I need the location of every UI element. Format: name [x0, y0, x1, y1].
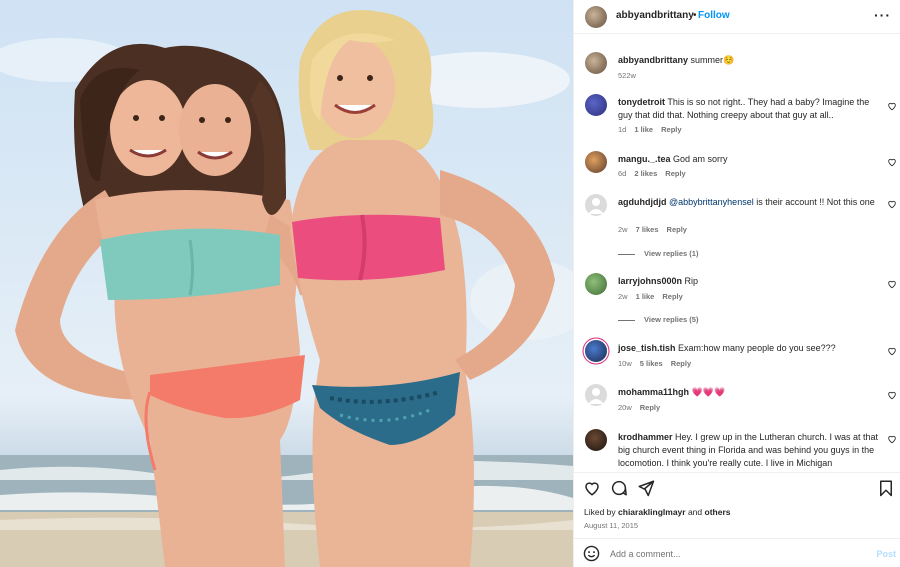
- comment-text: jose_tish.tish Exam:how many people do y…: [618, 342, 880, 355]
- comment-username[interactable]: mangu._.tea: [618, 154, 671, 164]
- comment-likes[interactable]: 7 likes: [636, 225, 659, 234]
- heart-icon[interactable]: [887, 199, 897, 209]
- heart-icon[interactable]: [887, 390, 897, 400]
- comment-username[interactable]: mohamma11hgh: [618, 387, 689, 397]
- comment-likes[interactable]: 1 like: [634, 125, 653, 134]
- comment-text: mohamma11hgh 💗💗💗: [618, 386, 880, 399]
- comment-age: 1d: [618, 125, 627, 134]
- comment-body: 💗💗💗: [691, 387, 726, 397]
- caption-text: abbyandbrittany summer☺️: [618, 54, 880, 67]
- liked-by-suffix: and: [685, 507, 705, 517]
- view-replies-label[interactable]: View replies (1): [644, 249, 698, 258]
- reply-button[interactable]: Reply: [640, 403, 660, 412]
- replies-divider: [618, 253, 635, 255]
- comment-body: is their account !! Not this one: [753, 197, 875, 207]
- comment-meta: 6d 2 likes Reply: [618, 169, 694, 178]
- comment-username[interactable]: jose_tish.tish: [618, 343, 676, 353]
- caption-username[interactable]: abbyandbrittany: [618, 55, 688, 65]
- post-side-panel: abbyandbrittany • Follow ··· abbyandbrit…: [573, 0, 900, 567]
- view-replies-label[interactable]: View replies (5): [644, 315, 698, 324]
- post-button[interactable]: Post: [876, 549, 896, 559]
- view-replies-button[interactable]: View replies (1): [618, 249, 698, 258]
- comment-text: mangu._.tea God am sorry: [618, 153, 880, 166]
- heart-icon[interactable]: [887, 279, 897, 289]
- commenter-avatar-story[interactable]: [585, 340, 607, 362]
- reply-button[interactable]: Reply: [665, 169, 685, 178]
- comment-username[interactable]: krodhammer: [618, 432, 673, 442]
- comment-username[interactable]: tonydetroit: [618, 97, 665, 107]
- commenter-avatar[interactable]: [585, 151, 607, 173]
- reply-button[interactable]: Reply: [662, 292, 682, 301]
- bookmark-icon[interactable]: [877, 479, 895, 497]
- comment-age: 10w: [618, 359, 632, 368]
- commenter-avatar[interactable]: [585, 94, 607, 116]
- comment-body: Exam:how many people do you see???: [678, 343, 836, 353]
- post-date: August 11, 2015: [584, 521, 639, 530]
- liked-by-others[interactable]: others: [705, 507, 731, 517]
- comment-body: Rip: [684, 276, 699, 286]
- default-avatar-icon[interactable]: [585, 194, 607, 216]
- comment-input[interactable]: [610, 546, 840, 562]
- comment-age: 2w: [618, 292, 628, 301]
- comment-username[interactable]: larryjohns000n: [618, 276, 682, 286]
- more-horizontal-icon[interactable]: ···: [874, 7, 891, 23]
- comment-mention[interactable]: @abbybrittanyhensel: [669, 197, 754, 207]
- reply-button[interactable]: Reply: [671, 359, 691, 368]
- comment-text: larryjohns000n Rip: [618, 275, 880, 288]
- comment-meta: 2w 1 like Reply: [618, 292, 691, 301]
- emoji-icon[interactable]: [583, 545, 600, 562]
- comment-age: 2w: [618, 225, 628, 234]
- comment-meta: 1d 1 like Reply: [618, 125, 690, 134]
- view-replies-button[interactable]: View replies (5): [618, 315, 698, 324]
- separator-dot: •: [693, 10, 697, 21]
- post-actions: Liked by chiaraklinglmayr and others Aug…: [574, 472, 900, 538]
- default-avatar-icon[interactable]: [585, 384, 607, 406]
- send-icon[interactable]: [637, 479, 655, 497]
- liked-by-prefix: Liked by: [584, 507, 619, 517]
- comment-age: 6d: [618, 169, 627, 178]
- comment-likes[interactable]: 1 like: [636, 292, 655, 301]
- heart-icon[interactable]: [887, 157, 897, 167]
- caption-age: 522w: [618, 71, 636, 80]
- comment-meta: 20w Reply: [618, 403, 668, 412]
- liked-by: Liked by chiaraklinglmayr and others: [584, 507, 730, 517]
- comment-likes[interactable]: 2 likes: [634, 169, 657, 178]
- comment-meta: 2w 7 likes Reply: [618, 225, 695, 234]
- comment-text: krodhammer Hey. I grew up in the Luthera…: [618, 431, 880, 470]
- beach-photo-illustration: [0, 10, 573, 567]
- comment-composer: Post: [574, 538, 900, 567]
- comment-text: tonydetroit This is so not right.. They …: [618, 96, 880, 122]
- heart-icon[interactable]: [887, 101, 897, 111]
- comment-age: 20w: [618, 403, 632, 412]
- comment-body: God am sorry: [673, 154, 728, 164]
- post-header: abbyandbrittany • Follow ···: [574, 0, 900, 34]
- post-photo: [0, 0, 573, 567]
- heart-icon[interactable]: [887, 434, 897, 444]
- comment-text: agduhdjdjd @abbybrittanyhensel is their …: [618, 196, 880, 209]
- comment-likes[interactable]: 5 likes: [640, 359, 663, 368]
- caption-body: summer☺️: [690, 55, 735, 65]
- comments-list[interactable]: abbyandbrittany summer☺️ 522w tonydetroi…: [574, 35, 900, 472]
- replies-divider: [618, 319, 635, 321]
- reply-button[interactable]: Reply: [661, 125, 681, 134]
- comment-username[interactable]: agduhdjdjd: [618, 197, 667, 207]
- caption-meta: 522w: [618, 71, 644, 80]
- comment-meta: 10w 5 likes Reply: [618, 359, 699, 368]
- liked-by-user[interactable]: chiaraklinglmayr: [618, 507, 686, 517]
- comment-icon[interactable]: [610, 479, 628, 497]
- caption-avatar[interactable]: [585, 52, 607, 74]
- heart-icon[interactable]: [583, 479, 601, 497]
- follow-button[interactable]: Follow: [698, 10, 730, 21]
- reply-button[interactable]: Reply: [667, 225, 687, 234]
- author-username[interactable]: abbyandbrittany: [616, 10, 694, 21]
- heart-icon[interactable]: [887, 346, 897, 356]
- commenter-avatar[interactable]: [585, 429, 607, 451]
- author-avatar[interactable]: [585, 6, 607, 28]
- commenter-avatar[interactable]: [585, 273, 607, 295]
